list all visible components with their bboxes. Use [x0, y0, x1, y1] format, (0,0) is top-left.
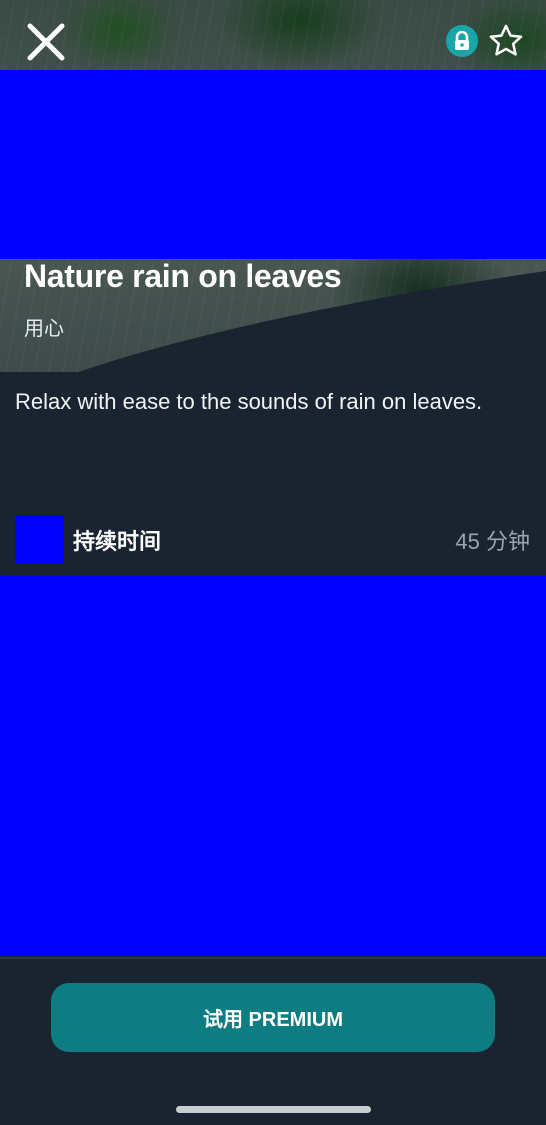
favorite-button[interactable]	[487, 22, 525, 60]
track-category: 用心	[24, 318, 64, 340]
close-icon	[27, 23, 65, 61]
star-outline-icon	[489, 24, 523, 56]
home-indicator[interactable]	[176, 1106, 371, 1113]
duration-label: 持续时间	[73, 528, 162, 554]
try-premium-button[interactable]: 试用 PREMIUM	[51, 983, 495, 1052]
redacted-image-block	[0, 70, 546, 259]
lock-badge	[446, 25, 478, 57]
duration-icon	[15, 515, 64, 564]
redacted-content-block	[0, 576, 546, 956]
footer-divider	[0, 957, 546, 959]
duration-value: 45 分钟	[455, 528, 530, 554]
lock-icon	[455, 31, 469, 50]
duration-row: 持续时间 45 分钟	[15, 515, 530, 564]
track-title: Nature rain on leaves	[24, 258, 342, 294]
close-button[interactable]	[24, 20, 68, 64]
track-description: Relax with ease to the sounds of rain on…	[15, 389, 483, 414]
